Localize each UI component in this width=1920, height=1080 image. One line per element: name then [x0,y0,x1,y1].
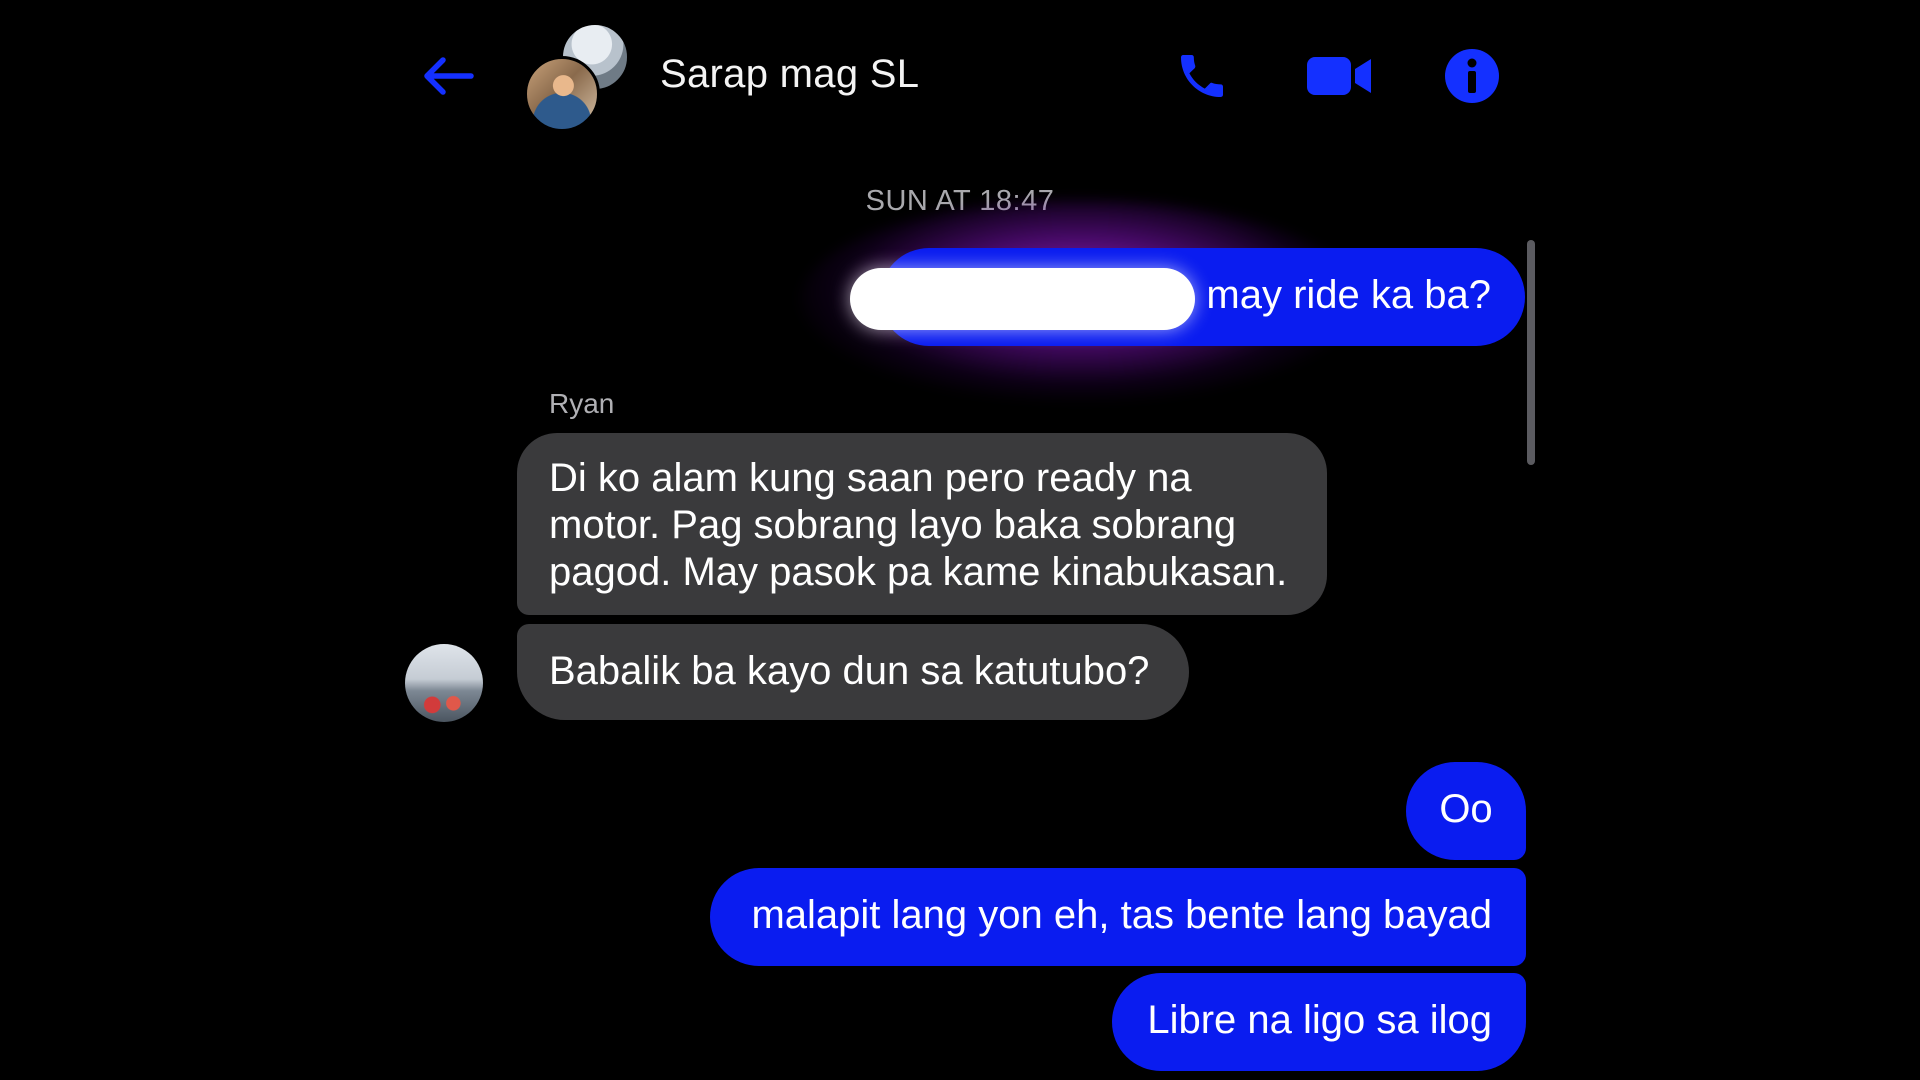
message-text-line: pagod. May pasok pa kame kinabukasan. [549,550,1288,594]
info-button[interactable] [1440,44,1504,108]
message-bubble-incoming[interactable]: Di ko alam kung saan pero ready na motor… [517,433,1327,615]
arrow-left-icon [424,57,474,95]
group-avatar[interactable] [524,22,630,132]
message-text-line: Di ko alam kung saan pero ready na [549,456,1192,500]
sender-name: Ryan [549,388,615,419]
message-text: Babalik ba kayo dun sa katutubo? [549,649,1150,693]
message-bubble-outgoing[interactable]: Oo [1406,762,1526,860]
message-text: may ride ka ba? [1206,273,1491,317]
message-text: Oo [1439,787,1493,831]
back-button[interactable] [418,46,478,106]
message-text: malapit lang yon eh, tas bente lang baya… [751,893,1492,937]
member-avatar-front [524,56,600,132]
chat-screen: Sarap mag SL SUN AT 18:47 may ride ka ba… [0,0,1920,1080]
message-bubble-outgoing[interactable]: Libre na ligo sa ilog [1112,973,1526,1071]
message-text-line: motor. Pag sobrang layo baka sobrang [549,503,1237,547]
chat-title[interactable]: Sarap mag SL [660,52,919,97]
video-camera-icon [1307,57,1371,95]
info-icon [1445,49,1499,103]
message-text: Libre na ligo sa ilog [1147,998,1492,1042]
redaction-bar [850,268,1195,330]
message-bubble-incoming[interactable]: Babalik ba kayo dun sa katutubo? [517,624,1189,720]
video-call-button[interactable] [1302,44,1378,108]
call-button[interactable] [1170,44,1234,108]
phone-icon [1181,55,1223,97]
scrollbar[interactable] [1527,240,1535,465]
sender-avatar[interactable] [405,644,483,722]
message-bubble-outgoing[interactable]: malapit lang yon eh, tas bente lang baya… [710,868,1526,966]
